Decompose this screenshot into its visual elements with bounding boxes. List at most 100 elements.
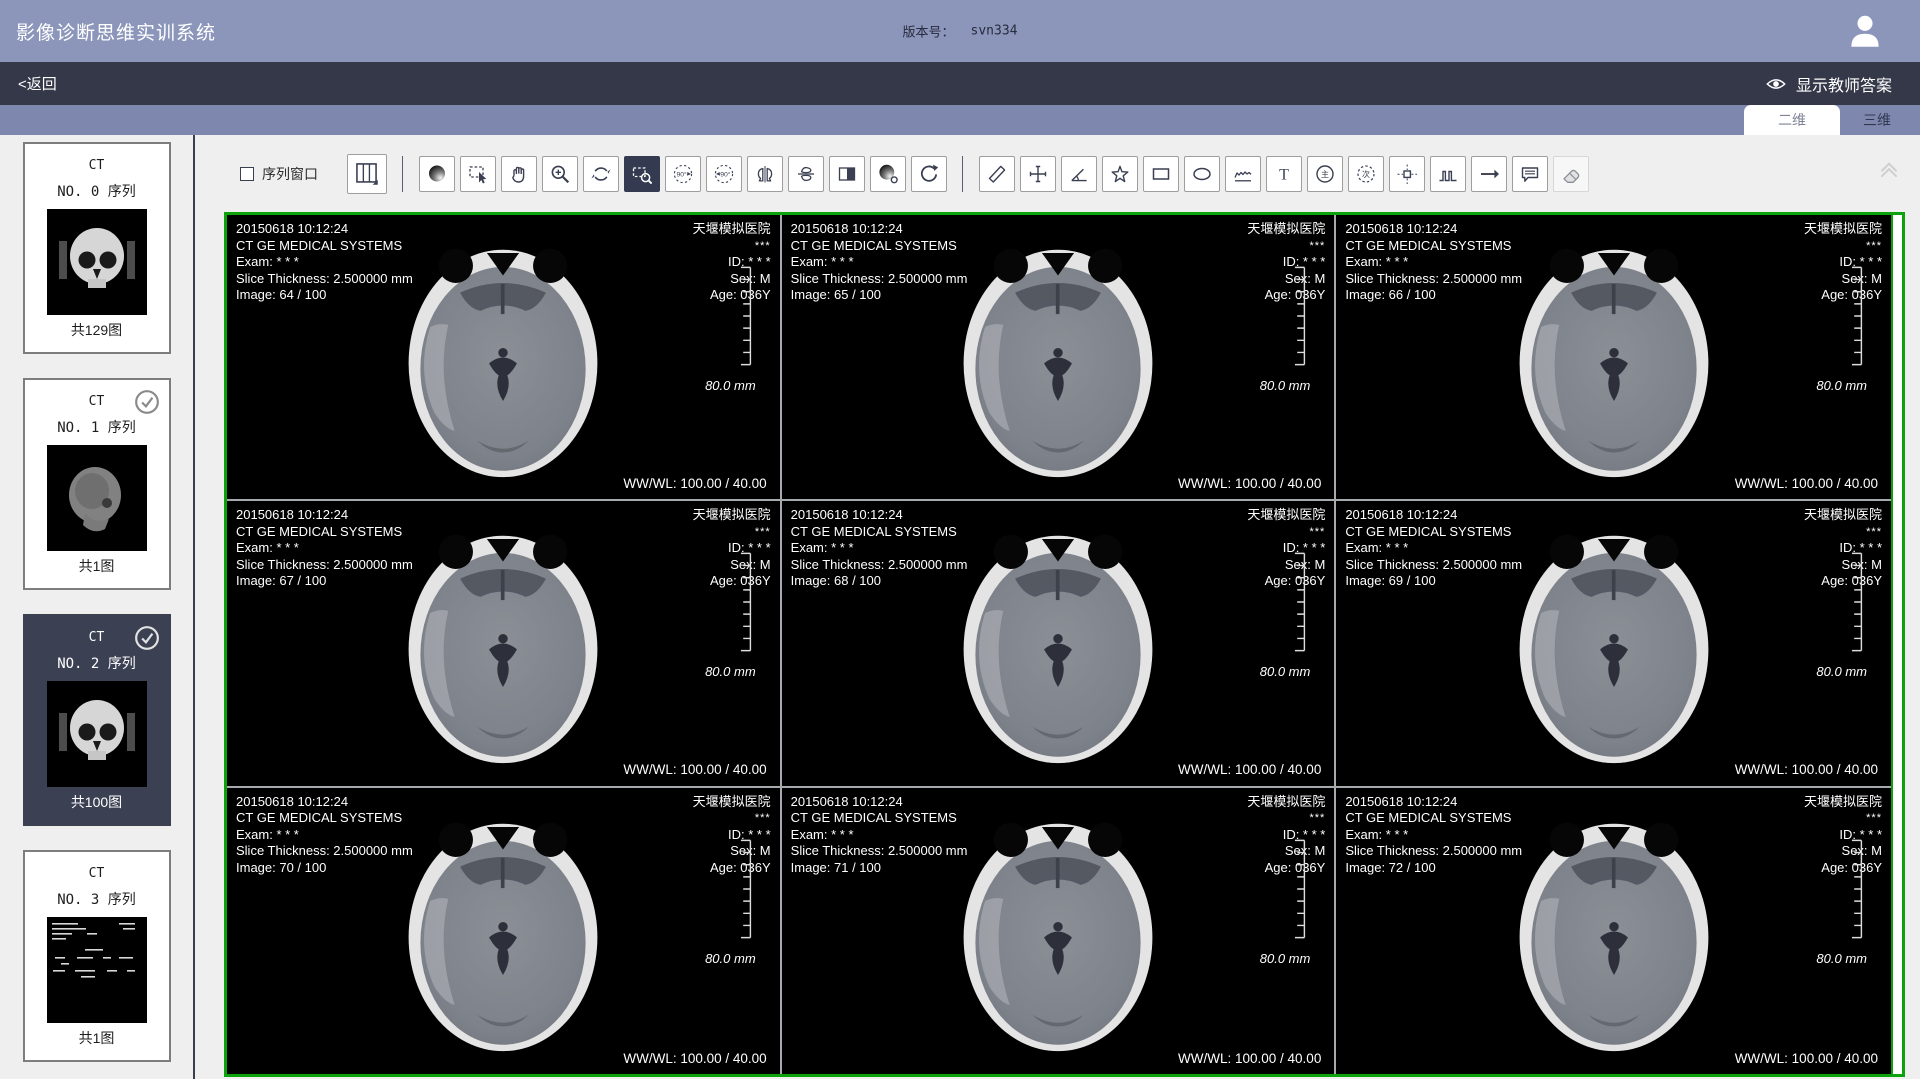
tool-comment-button[interactable]	[1512, 156, 1548, 192]
tool-zoom-in-button[interactable]	[542, 156, 578, 192]
tool-window-level-button[interactable]	[870, 156, 906, 192]
scale-ruler	[736, 260, 754, 372]
overlay-sex: Sex: M	[693, 271, 771, 288]
overlay-age: Age: 036Y	[1247, 287, 1325, 304]
window-level-label: WW/WL: 100.00 / 40.00	[1178, 476, 1321, 493]
overlay-slice-thickness: Slice Thickness: 2.500000 mm	[236, 271, 413, 288]
ct-viewport-cell[interactable]: 20150618 10:12:24 CT GE MEDICAL SYSTEMS …	[1336, 788, 1891, 1074]
ct-viewport-cell[interactable]: 20150618 10:12:24 CT GE MEDICAL SYSTEMS …	[227, 215, 782, 501]
overlay-slice-thickness: Slice Thickness: 2.500000 mm	[1345, 557, 1522, 574]
overlay-slice-thickness: Slice Thickness: 2.500000 mm	[791, 843, 968, 860]
overlay-patient-id: ID: * * *	[1247, 254, 1325, 271]
ct-viewport-cell[interactable]: 20150618 10:12:24 CT GE MEDICAL SYSTEMS …	[782, 501, 1337, 787]
tool-arrow-button[interactable]	[1471, 156, 1507, 192]
tool-rectangle-button[interactable]	[1143, 156, 1179, 192]
tool-angle-button[interactable]	[1061, 156, 1097, 192]
tool-curve-button[interactable]	[1225, 156, 1261, 192]
tool-ellipse-button[interactable]	[1184, 156, 1220, 192]
overlay-exam: Exam: * * *	[236, 540, 413, 557]
overlay-stars: ***	[693, 524, 771, 541]
toolbar: 序列窗口	[195, 135, 1920, 212]
tool-flip-horizontal-button[interactable]	[747, 156, 783, 192]
overlay-top-left: 20150618 10:12:24 CT GE MEDICAL SYSTEMS …	[236, 507, 413, 590]
tool-pan-button[interactable]	[501, 156, 537, 192]
ct-viewport-cell[interactable]: 20150618 10:12:24 CT GE MEDICAL SYSTEMS …	[1336, 501, 1891, 787]
overlay-hospital: 天堰模拟医院	[1247, 221, 1325, 238]
scale-label: 80.0 mm	[1260, 951, 1311, 968]
overlay-top-right: 天堰模拟医院 *** ID: * * * Sex: M Age: 036Y	[1804, 794, 1882, 877]
show-teacher-answer-label: 显示教师答案	[1796, 72, 1892, 96]
tool-rotate-button[interactable]	[583, 156, 619, 192]
window-level-label: WW/WL: 100.00 / 40.00	[623, 762, 766, 779]
back-button[interactable]: <返回	[18, 73, 57, 94]
tool-text-button[interactable]	[1266, 156, 1302, 192]
tool-select-button[interactable]	[460, 156, 496, 192]
tool-star-button[interactable]	[1102, 156, 1138, 192]
series-image-count: 共129图	[25, 320, 169, 340]
overlay-stars: ***	[1247, 810, 1325, 827]
tool-invert-button[interactable]	[829, 156, 865, 192]
comment-icon	[1518, 162, 1542, 186]
rotate-90-cw-icon	[712, 162, 736, 186]
star-icon	[1108, 162, 1132, 186]
series-item-1[interactable]: CTNO. 1 序列共1图	[23, 378, 171, 590]
select-icon	[466, 162, 490, 186]
ct-viewport-cell[interactable]: 20150618 10:12:24 CT GE MEDICAL SYSTEMS …	[227, 501, 782, 787]
tool-eraser-button[interactable]	[1553, 156, 1589, 192]
overlay-age: Age: 036Y	[693, 573, 771, 590]
overlay-stars: ***	[693, 238, 771, 255]
ct-viewport-cell[interactable]: 20150618 10:12:24 CT GE MEDICAL SYSTEMS …	[227, 788, 782, 1074]
overlay-image-counter: Image: 65 / 100	[791, 287, 968, 304]
tool-secondary-mark-button[interactable]	[1348, 156, 1384, 192]
tool-profile-button[interactable]	[1430, 156, 1466, 192]
overlay-image-counter: Image: 66 / 100	[1345, 287, 1522, 304]
series-item-3[interactable]: CTNO. 3 序列共1图	[23, 850, 171, 1062]
tool-rotate-90-cw-button[interactable]	[706, 156, 742, 192]
ct-viewport-cell[interactable]: 20150618 10:12:24 CT GE MEDICAL SYSTEMS …	[782, 788, 1337, 1074]
tab-3d[interactable]: 三维	[1840, 105, 1914, 135]
text-icon	[1272, 162, 1296, 186]
profile-icon	[1436, 162, 1460, 186]
ct-viewport-cell[interactable]: 20150618 10:12:24 CT GE MEDICAL SYSTEMS …	[782, 215, 1337, 501]
tool-flip-vertical-button[interactable]	[788, 156, 824, 192]
tool-shade-sphere-button[interactable]	[419, 156, 455, 192]
overlay-stars: ***	[1804, 524, 1882, 541]
series-modality: CT	[25, 866, 169, 881]
scale-label: 80.0 mm	[1260, 664, 1311, 681]
check-circle-icon	[134, 625, 160, 651]
window-level-label: WW/WL: 100.00 / 40.00	[623, 476, 766, 493]
ct-viewport-cell[interactable]: 20150618 10:12:24 CT GE MEDICAL SYSTEMS …	[1336, 215, 1891, 501]
shade-sphere-icon	[425, 162, 449, 186]
overlay-top-left: 20150618 10:12:24 CT GE MEDICAL SYSTEMS …	[1345, 507, 1522, 590]
scale-ruler	[1290, 546, 1308, 658]
overlay-age: Age: 036Y	[1804, 287, 1882, 304]
tab-2d[interactable]: 二维	[1744, 105, 1840, 135]
tool-ruler-button[interactable]	[979, 156, 1015, 192]
tool-rotate-90-ccw-button[interactable]	[665, 156, 701, 192]
window-level-label: WW/WL: 100.00 / 40.00	[1735, 762, 1878, 779]
series-item-0[interactable]: CTNO. 0 序列共129图	[23, 142, 171, 354]
scale-ruler	[1290, 260, 1308, 372]
rotate-icon	[589, 162, 613, 186]
overlay-device: CT GE MEDICAL SYSTEMS	[1345, 238, 1522, 255]
skull-side-thumbnail	[47, 445, 147, 551]
dose-report-thumbnail	[47, 917, 147, 1023]
tool-region-zoom-button[interactable]	[624, 156, 660, 192]
viewer-scrollbar[interactable]	[1891, 215, 1902, 1074]
overlay-sex: Sex: M	[693, 557, 771, 574]
overlay-datetime: 20150618 10:12:24	[791, 221, 968, 238]
series-window-checkbox[interactable]	[240, 167, 254, 181]
series-item-2[interactable]: CTNO. 2 序列共100图	[23, 614, 171, 826]
tool-center-mark-button[interactable]	[1389, 156, 1425, 192]
series-image-count: 共1图	[25, 556, 169, 576]
tool-probe-button[interactable]	[1020, 156, 1056, 192]
user-icon[interactable]	[1844, 10, 1886, 52]
collapse-toolbar-button chevron-up-icon[interactable]	[1876, 157, 1902, 179]
tool-primary-mark-button[interactable]	[1307, 156, 1343, 192]
tool-reset-button[interactable]	[911, 156, 947, 192]
check-circle-icon	[134, 389, 160, 415]
tool-layout-button[interactable]	[347, 154, 387, 194]
show-teacher-answer-button[interactable]: 显示教师答案	[1765, 72, 1892, 96]
ct-brain-image	[385, 514, 621, 772]
overlay-exam: Exam: * * *	[791, 540, 968, 557]
